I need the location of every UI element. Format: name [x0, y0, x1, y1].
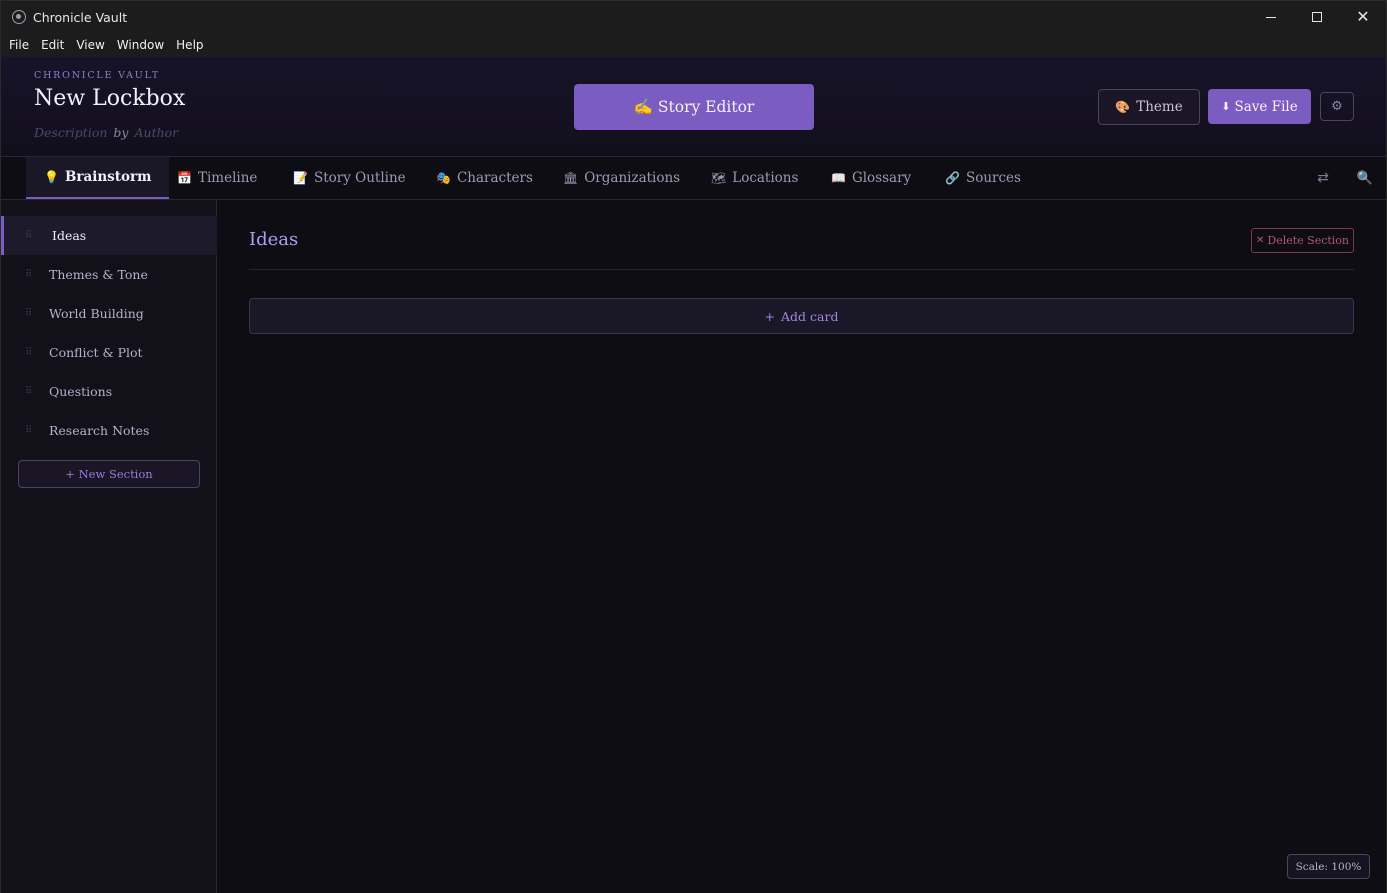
sidebar-item-themes-tone[interactable]: ⠿ Themes & Tone	[1, 255, 217, 294]
tab-label: Brainstorm	[64, 169, 152, 185]
close-icon: ✕	[1356, 7, 1370, 26]
minimize-button[interactable]	[1248, 1, 1294, 33]
sidebar-item-world-building[interactable]: ⠿ World Building	[1, 294, 217, 333]
tab-label: Locations	[732, 170, 799, 186]
sidebar-item-label: Questions	[49, 384, 113, 399]
window-controls: ✕	[1248, 1, 1386, 33]
app-header: CHRONICLE VAULT New Lockbox Description b…	[0, 57, 1387, 157]
map-icon: 🗺	[711, 171, 727, 185]
masks-icon: 🎭	[436, 171, 451, 185]
tab-organizations[interactable]: 🏛 Organizations	[563, 157, 680, 199]
story-editor-button[interactable]: ✍ Story Editor	[574, 84, 814, 130]
drag-handle-icon[interactable]: ⠿	[1, 425, 49, 436]
document-title[interactable]: New Lockbox	[34, 86, 185, 111]
author-field[interactable]: Author	[135, 125, 179, 140]
menu-view[interactable]: View	[76, 38, 104, 52]
section-sidebar: ⠿ Ideas ⠿ Themes & Tone ⠿ World Building…	[0, 200, 217, 893]
tab-label: Story Outline	[313, 170, 406, 186]
tab-tools: ⇄ 🔍	[1302, 157, 1386, 199]
sidebar-item-label: Themes & Tone	[49, 267, 148, 282]
theme-label: Theme	[1136, 99, 1183, 115]
palette-icon: 🎨	[1115, 100, 1131, 114]
maximize-icon	[1312, 12, 1322, 22]
tab-label: Organizations	[584, 170, 681, 186]
close-icon: ✕	[1255, 235, 1265, 246]
gear-icon: ⚙	[1331, 99, 1343, 114]
delete-section-button[interactable]: ✕ Delete Section	[1251, 228, 1354, 253]
calendar-icon: 📅	[177, 171, 192, 185]
window-title: Chronicle Vault	[33, 9, 128, 25]
menu-window[interactable]: Window	[117, 38, 164, 52]
story-editor-label: Story Editor	[657, 98, 755, 116]
close-button[interactable]: ✕	[1340, 1, 1386, 33]
lightbulb-icon: 💡	[44, 170, 59, 184]
brand-label: CHRONICLE VAULT	[34, 70, 161, 81]
drag-handle-icon[interactable]: ⠿	[1, 308, 49, 319]
scale-badge[interactable]: Scale: 100%	[1287, 854, 1370, 879]
search-icon[interactable]: 🔍	[1344, 171, 1386, 186]
drag-handle-icon[interactable]: ⠿	[1, 386, 49, 397]
maximize-button[interactable]	[1294, 1, 1340, 33]
save-file-button[interactable]: ⬇ Save File	[1208, 89, 1311, 124]
sidebar-item-label: Conflict & Plot	[49, 345, 143, 360]
theme-button[interactable]: 🎨 Theme	[1098, 89, 1200, 125]
minimize-icon	[1266, 16, 1276, 18]
download-icon: ⬇	[1221, 100, 1231, 113]
sidebar-item-label: Ideas	[52, 228, 87, 243]
tab-brainstorm[interactable]: 💡 Brainstorm	[26, 157, 170, 199]
description-field[interactable]: Description	[34, 125, 107, 140]
section-divider	[249, 269, 1354, 270]
sidebar-item-research-notes[interactable]: ⠿ Research Notes	[1, 411, 217, 450]
tab-label: Sources	[965, 170, 1021, 186]
drag-handle-icon[interactable]: ⠿	[1, 347, 49, 358]
tab-label: Glossary	[851, 170, 912, 186]
save-file-label: Save File	[1234, 98, 1298, 115]
add-card-label: Add card	[781, 308, 839, 324]
book-icon: 📖	[831, 171, 846, 185]
tab-story-outline[interactable]: 📝 Story Outline	[293, 157, 406, 199]
main-content: Ideas ✕ Delete Section + Add card Scale:…	[217, 200, 1387, 893]
link-icon: 🔗	[945, 171, 960, 185]
tab-label: Timeline	[197, 170, 258, 186]
sidebar-item-label: World Building	[49, 306, 144, 321]
sidebar-item-ideas[interactable]: ⠿ Ideas	[1, 216, 217, 255]
sidebar-item-label: Research Notes	[49, 423, 150, 438]
tab-label: Characters	[456, 170, 533, 186]
sidebar-item-conflict-plot[interactable]: ⠿ Conflict & Plot	[1, 333, 217, 372]
window-titlebar: Chronicle Vault ✕	[0, 0, 1387, 33]
menu-help[interactable]: Help	[176, 38, 203, 52]
sidebar-item-questions[interactable]: ⠿ Questions	[1, 372, 217, 411]
tab-sources[interactable]: 🔗 Sources	[945, 157, 1021, 199]
new-section-button[interactable]: + New Section	[18, 460, 200, 488]
add-card-button[interactable]: + Add card	[249, 298, 1354, 334]
tab-bar: 💡 Brainstorm 📅 Timeline 📝 Story Outline …	[0, 157, 1387, 200]
menubar: File Edit View Window Help	[0, 33, 1387, 57]
tab-timeline[interactable]: 📅 Timeline	[177, 157, 257, 199]
app-icon	[12, 10, 26, 24]
description-author-line: Description by Author	[34, 125, 178, 140]
tab-glossary[interactable]: 📖 Glossary	[831, 157, 911, 199]
menu-file[interactable]: File	[9, 38, 29, 52]
writing-hand-icon: ✍	[633, 98, 653, 116]
building-icon: 🏛	[563, 171, 579, 185]
tab-locations[interactable]: 🗺 Locations	[711, 157, 798, 199]
drag-handle-icon[interactable]: ⠿	[1, 269, 49, 280]
plus-icon: +	[764, 308, 776, 324]
delete-section-label: Delete Section	[1267, 234, 1350, 247]
swap-icon[interactable]: ⇄	[1302, 170, 1344, 186]
tab-characters[interactable]: 🎭 Characters	[436, 157, 533, 199]
memo-icon: 📝	[293, 171, 308, 185]
section-title[interactable]: Ideas	[249, 229, 298, 250]
menu-edit[interactable]: Edit	[41, 38, 64, 52]
by-label: by	[113, 125, 129, 140]
drag-handle-icon[interactable]: ⠿	[4, 230, 52, 241]
settings-button[interactable]: ⚙	[1320, 92, 1354, 121]
